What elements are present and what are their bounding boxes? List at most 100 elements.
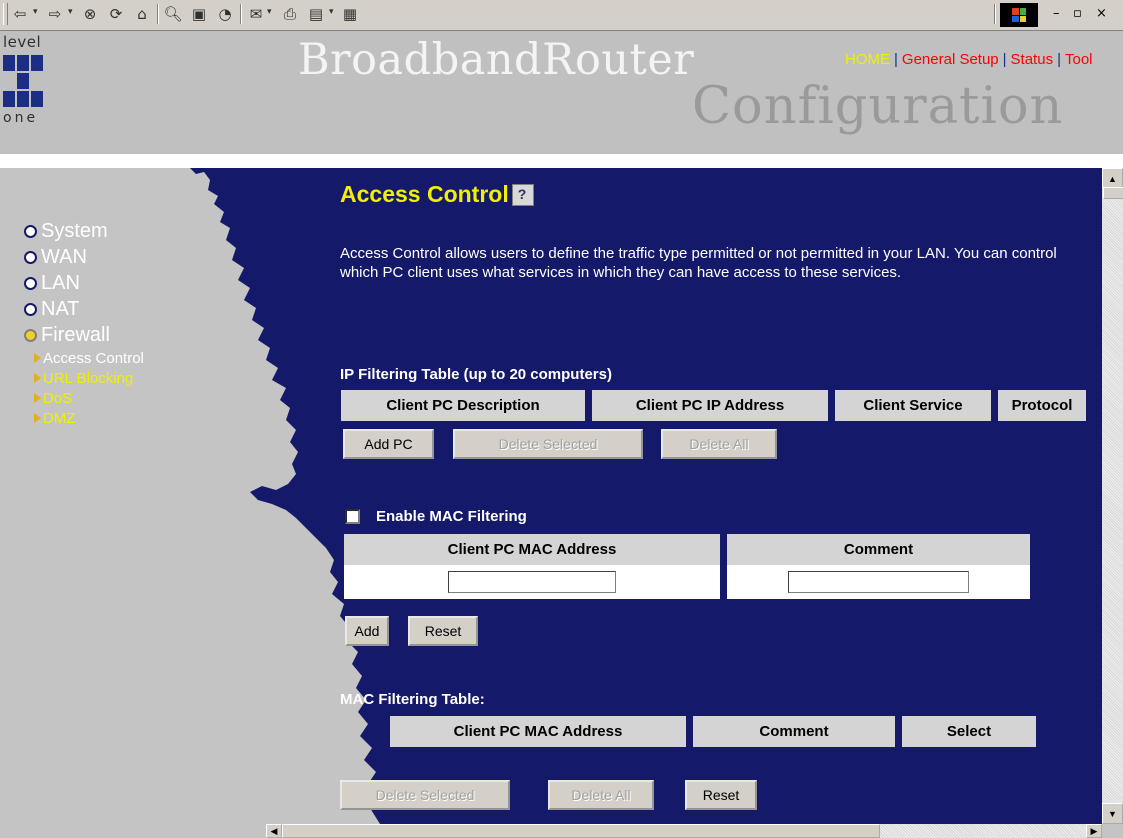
submenu-item-url-blocking[interactable]: URL Blocking [34, 368, 144, 388]
menu-item-wan[interactable]: WAN [24, 244, 144, 270]
search-icon[interactable]: 🔍︎ [163, 4, 183, 24]
arrow-right-icon [34, 393, 41, 403]
delete-all-button[interactable]: Delete All [661, 429, 777, 459]
scroll-down-icon[interactable]: ▼ [1102, 803, 1123, 824]
mac-filtering-table: Client PC MAC Address Comment Select [383, 716, 1043, 747]
refresh-icon[interactable]: ⟳ [106, 4, 126, 24]
banner-title: BroadbandRouter [298, 35, 695, 85]
nav-general-setup-link[interactable]: General Setup [902, 51, 999, 68]
reset-button[interactable]: Reset [408, 616, 478, 646]
toolbar-separator [240, 4, 242, 24]
column-header: Client PC MAC Address [344, 534, 720, 565]
help-icon[interactable] [511, 183, 534, 206]
banner-subtitle: Configuration [692, 77, 1064, 136]
levelone-logo: level one [3, 33, 61, 151]
forward-dropdown-icon[interactable]: ▾ [68, 6, 73, 17]
submenu-item-dos[interactable]: DoS [34, 388, 144, 408]
page-description: Access Control allows users to define th… [340, 245, 1057, 281]
scroll-right-icon[interactable]: ▶ [1086, 824, 1102, 838]
back-dropdown-icon[interactable]: ▾ [33, 6, 38, 17]
scroll-up-icon[interactable]: ▲ [1102, 168, 1123, 189]
top-navigation: HOME | General Setup | Status | Tool [845, 51, 1093, 68]
submenu-label: DMZ [43, 409, 76, 427]
submenu-item-dmz[interactable]: DMZ [34, 408, 144, 428]
add-button[interactable]: Add [345, 616, 389, 646]
edit-icon[interactable]: ▤ [306, 4, 326, 24]
horizontal-scroll-thumb[interactable] [282, 824, 880, 838]
mac-input-table: Client PC MAC Address Comment [337, 534, 1037, 599]
menu-label: System [41, 219, 108, 242]
mail-icon[interactable]: ✉ [246, 4, 266, 24]
restore-icon[interactable]: ▫ [1073, 6, 1082, 21]
mac-table-title: MAC Filtering Table: [340, 691, 485, 708]
submenu-item-access-control[interactable]: Access Control [34, 348, 144, 368]
nav-separator: | [1057, 51, 1061, 68]
toolbar-separator [157, 4, 159, 24]
column-header: Client PC MAC Address [390, 716, 686, 747]
menu-item-nat[interactable]: NAT [24, 296, 144, 322]
vertical-scrollbar[interactable]: ▲ ▼ [1102, 168, 1123, 824]
header-divider [0, 154, 1123, 168]
menu-label: WAN [41, 245, 87, 268]
nav-separator: | [1002, 51, 1007, 68]
delete-selected-button[interactable]: Delete Selected [340, 780, 510, 810]
enable-mac-filtering[interactable]: Enable MAC Filtering [345, 508, 527, 525]
enable-mac-checkbox[interactable] [345, 509, 360, 524]
menu-item-firewall[interactable]: Firewall [24, 322, 144, 348]
close-icon[interactable]: × [1096, 6, 1107, 21]
content-frame: System WAN LAN NAT Firewall Access Contr… [0, 168, 1123, 838]
nav-separator: | [894, 51, 898, 68]
radio-icon [24, 224, 37, 238]
arrow-right-icon [34, 353, 41, 363]
back-arrow-icon[interactable]: ⇦ [10, 4, 30, 24]
scroll-left-icon[interactable]: ◀ [266, 824, 282, 838]
nav-status-link[interactable]: Status [1011, 51, 1054, 68]
logo-text-bottom: one [3, 110, 39, 126]
reset-button[interactable]: Reset [685, 780, 757, 810]
add-pc-button[interactable]: Add PC [343, 429, 434, 459]
logo-grid-icon [3, 55, 43, 107]
minimize-icon[interactable]: – [1053, 6, 1060, 21]
delete-all-button[interactable]: Delete All [548, 780, 654, 810]
toolbar-separator [994, 4, 996, 24]
logo-text-top: level [3, 33, 42, 51]
column-header: Client Service [835, 390, 991, 421]
radio-icon [24, 276, 37, 290]
print-icon[interactable]: ⎙ [280, 4, 300, 24]
nav-home-link[interactable]: HOME [845, 51, 890, 68]
submenu-label: DoS [43, 389, 73, 407]
home-icon[interactable]: ⌂ [132, 4, 152, 24]
menu-label: NAT [41, 297, 80, 320]
mail-dropdown-icon[interactable]: ▾ [267, 6, 272, 17]
mac-address-input[interactable] [448, 571, 616, 593]
edit-dropdown-icon[interactable]: ▾ [329, 6, 334, 17]
delete-selected-button[interactable]: Delete Selected [453, 429, 643, 459]
enable-mac-label: Enable MAC Filtering [376, 508, 527, 525]
radio-icon [24, 250, 37, 264]
forward-arrow-icon[interactable]: ⇨ [45, 4, 65, 24]
horizontal-scrollbar[interactable]: ◀ ▶ [266, 824, 1102, 838]
nav-tools-link[interactable]: Tool [1065, 51, 1093, 68]
vertical-scroll-thumb[interactable] [1103, 187, 1123, 199]
ip-filtering-table: Client PC Description Client PC IP Addre… [334, 390, 1093, 421]
arrow-right-icon [34, 413, 41, 423]
arrow-right-icon [34, 373, 41, 383]
column-header: Comment [693, 716, 895, 747]
comment-input[interactable] [788, 571, 969, 593]
comment-cell [727, 565, 1030, 599]
menu-item-lan[interactable]: LAN [24, 270, 144, 296]
ip-table-title: IP Filtering Table (up to 20 computers) [340, 366, 612, 383]
main-content: Access Control Access Control allows use… [333, 168, 1103, 824]
favorites-icon[interactable]: ▣ [189, 4, 209, 24]
menu-item-system[interactable]: System [24, 218, 144, 244]
menu-label: Firewall [41, 323, 110, 346]
stop-icon[interactable]: ⊗ [80, 4, 100, 24]
submenu-label: Access Control [43, 349, 144, 367]
mac-address-cell [344, 565, 720, 599]
history-icon[interactable]: ◔ [215, 4, 235, 24]
menu-label: LAN [41, 271, 80, 294]
toolbar-grip [3, 3, 8, 25]
radio-icon [24, 302, 37, 316]
discuss-icon[interactable]: ▦ [340, 4, 360, 24]
windows-logo-icon [1000, 3, 1038, 27]
